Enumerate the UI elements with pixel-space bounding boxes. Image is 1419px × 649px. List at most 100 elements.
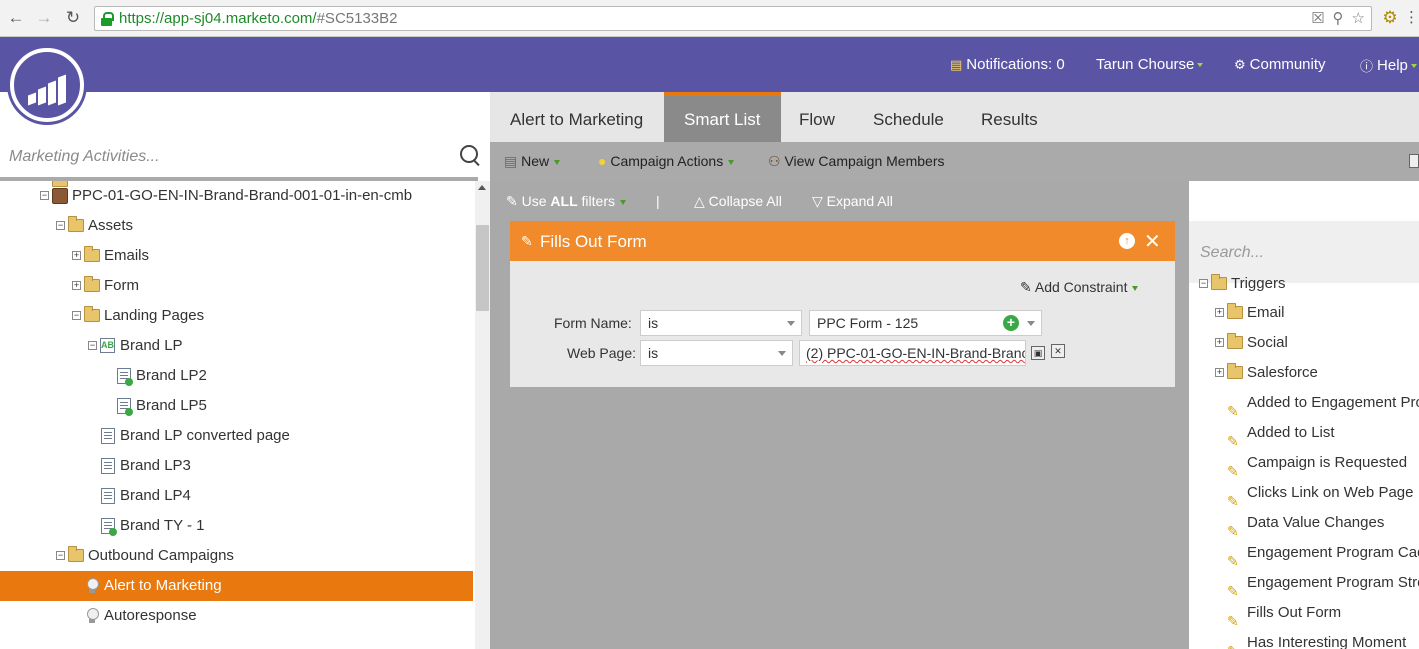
user-menu[interactable]: Tarun Chourse bbox=[1096, 56, 1204, 73]
palette-item-triggers[interactable]: − Triggers bbox=[1189, 269, 1419, 299]
smart-list-toolbar: ▤ New ● Campaign Actions ⚇ View Campaign… bbox=[490, 142, 1419, 181]
smart-campaign-icon bbox=[86, 578, 99, 594]
filter-header[interactable]: ✎ Fills Out Form ↑ ✕ bbox=[510, 221, 1175, 261]
scroll-thumb[interactable] bbox=[476, 225, 489, 311]
palette-item-salesforce[interactable]: + Salesforce bbox=[1189, 358, 1419, 388]
form-name-operator-select[interactable]: is bbox=[640, 310, 802, 336]
web-page-operator-select[interactable]: is bbox=[640, 340, 793, 366]
operator-value: is bbox=[648, 345, 659, 361]
tree-item-brand-lp3[interactable]: Brand LP3 bbox=[0, 451, 473, 481]
tree-item-emails[interactable]: + Emails bbox=[0, 241, 473, 271]
logo-bars-icon bbox=[28, 72, 68, 106]
folder-icon bbox=[1227, 303, 1243, 319]
tree-item-brand-ty[interactable]: Brand TY - 1 bbox=[0, 511, 473, 541]
community-label: Community bbox=[1249, 56, 1326, 73]
palette-item-social[interactable]: + Social bbox=[1189, 328, 1419, 358]
campaign-tabs: Alert to Marketing Smart List Flow Sched… bbox=[490, 92, 1419, 142]
clear-icon[interactable]: ✕ bbox=[1051, 344, 1065, 358]
extension-icon[interactable]: ⚙ bbox=[1380, 8, 1400, 28]
form-name-value-select[interactable]: PPC Form - 125 + bbox=[809, 310, 1042, 336]
tab-smart-list[interactable]: Smart List bbox=[664, 92, 781, 142]
collapse-icon[interactable]: − bbox=[56, 551, 65, 560]
new-button[interactable]: ▤ New bbox=[504, 153, 561, 170]
help-link[interactable]: ⓘ Help bbox=[1360, 56, 1417, 75]
tree-item-landing-pages[interactable]: − Landing Pages bbox=[0, 301, 473, 331]
web-page-value-input[interactable]: (2) PPC-01-GO-EN-IN-Brand-Branc bbox=[799, 340, 1026, 366]
palette-item-trigger[interactable]: ✎ Engagement Program Cad bbox=[1189, 538, 1419, 568]
tree-item-program[interactable]: − PPC-01-GO-EN-IN-Brand-Brand-001-01-in-… bbox=[0, 181, 473, 211]
panel-toggle-icon[interactable] bbox=[1409, 154, 1419, 168]
tree-search-input[interactable]: Marketing Activities... bbox=[9, 148, 160, 166]
expand-icon[interactable]: + bbox=[1215, 338, 1224, 347]
view-campaign-members-button[interactable]: ⚇ View Campaign Members bbox=[768, 153, 944, 170]
browse-icon[interactable]: ▣ bbox=[1031, 346, 1045, 360]
collapse-icon[interactable]: − bbox=[88, 341, 97, 350]
tree-item-brand-lp[interactable]: − AB Brand LP bbox=[0, 331, 473, 361]
palette-item-trigger[interactable]: ✎ Engagement Program Stre bbox=[1189, 568, 1419, 598]
tab-schedule[interactable]: Schedule bbox=[853, 92, 964, 142]
tab-flow[interactable]: Flow bbox=[779, 92, 855, 142]
add-icon[interactable]: + bbox=[1003, 315, 1019, 331]
tree-item-form[interactable]: + Form bbox=[0, 271, 473, 301]
tab-alert-to-marketing[interactable]: Alert to Marketing bbox=[490, 92, 663, 142]
collapse-all-button[interactable]: △ Collapse All bbox=[694, 193, 782, 210]
tree-label: Landing Pages bbox=[104, 307, 205, 324]
star-icon[interactable]: ☆ bbox=[1352, 9, 1365, 27]
tree-item-brand-lp5[interactable]: Brand LP5 bbox=[0, 391, 473, 421]
filter-icon: ✎ bbox=[506, 193, 518, 209]
palette-item-trigger[interactable]: ✎ Data Value Changes bbox=[1189, 508, 1419, 538]
expand-icon[interactable]: + bbox=[1215, 308, 1224, 317]
browser-menu-icon[interactable]: ⋮ bbox=[1404, 8, 1419, 28]
add-constraint-button[interactable]: ✎ Add Constraint bbox=[1020, 279, 1139, 296]
tree-scrollbar[interactable] bbox=[475, 181, 490, 649]
smart-campaign-icon bbox=[86, 608, 99, 624]
address-bar[interactable]: https://app-sj04.marketo.com/#SC5133B2 ☒… bbox=[94, 6, 1372, 31]
help-label: Help bbox=[1377, 57, 1408, 74]
back-icon[interactable]: ← bbox=[6, 8, 26, 28]
scroll-up-icon[interactable] bbox=[478, 185, 486, 190]
expand-icon[interactable]: + bbox=[1215, 368, 1224, 377]
community-link[interactable]: ⚙ Community bbox=[1234, 56, 1326, 73]
pin-icon[interactable]: ⚲ bbox=[1333, 9, 1344, 27]
campaign-actions-button[interactable]: ● Campaign Actions bbox=[598, 153, 735, 169]
filters-label: filters bbox=[581, 193, 615, 209]
tab-results[interactable]: Results bbox=[961, 92, 1058, 142]
palette-item-email[interactable]: + Email bbox=[1189, 298, 1419, 328]
collapse-icon[interactable]: − bbox=[56, 221, 65, 230]
expand-icon[interactable]: + bbox=[72, 281, 81, 290]
close-icon[interactable]: ✕ bbox=[1144, 229, 1161, 254]
expand-icon[interactable]: + bbox=[72, 251, 81, 260]
forward-icon[interactable]: → bbox=[34, 8, 54, 28]
palette-item-trigger[interactable]: ✎ Fills Out Form bbox=[1189, 598, 1419, 628]
palette-item-trigger[interactable]: ✎ Has Interesting Moment bbox=[1189, 628, 1419, 649]
tree-item-outbound-campaigns[interactable]: − Outbound Campaigns bbox=[0, 541, 473, 571]
collapse-icon[interactable]: − bbox=[1199, 279, 1208, 288]
tree-item-brand-lp-converted[interactable]: Brand LP converted page bbox=[0, 421, 473, 451]
tree-label: Emails bbox=[104, 247, 150, 264]
palette-search-input[interactable]: Search... bbox=[1200, 244, 1264, 262]
web-page-label: Web Page: bbox=[567, 345, 637, 361]
collapse-icon[interactable]: − bbox=[40, 191, 49, 200]
notifications-link[interactable]: ▤ Notifications: 0 bbox=[950, 56, 1065, 73]
view-members-label: View Campaign Members bbox=[784, 153, 945, 169]
tree-item-assets[interactable]: − Assets bbox=[0, 211, 473, 241]
tree-item-brand-lp4[interactable]: Brand LP4 bbox=[0, 481, 473, 511]
move-up-icon[interactable]: ↑ bbox=[1119, 233, 1135, 249]
blocked-popup-icon[interactable]: ☒ bbox=[1311, 9, 1324, 27]
tree-item-brand-lp2[interactable]: Brand LP2 bbox=[0, 361, 473, 391]
collapse-icon[interactable]: − bbox=[72, 311, 81, 320]
tree-item-autoresponse[interactable]: Autoresponse bbox=[0, 601, 473, 631]
reload-icon[interactable]: ↻ bbox=[63, 8, 83, 28]
palette-item-trigger[interactable]: ✎ Added to List bbox=[1189, 418, 1419, 448]
marketo-logo[interactable] bbox=[10, 48, 84, 122]
marketing-activities-tree: − PPC-01-GO-EN-IN-Brand-Brand-001-01-in-… bbox=[0, 181, 475, 649]
palette-item-trigger[interactable]: ✎ Clicks Link on Web Page bbox=[1189, 478, 1419, 508]
palette-item-trigger[interactable]: ✎ Campaign is Requested bbox=[1189, 448, 1419, 478]
tree-item-alert-to-marketing[interactable]: Alert to Marketing bbox=[0, 571, 473, 601]
expand-all-button[interactable]: ▽ Expand All bbox=[812, 193, 893, 210]
use-all-filters-button[interactable]: ✎ Use ALL filters bbox=[506, 193, 626, 210]
search-icon[interactable] bbox=[460, 145, 482, 167]
folder-icon bbox=[1211, 274, 1227, 290]
landing-page-icon bbox=[117, 368, 133, 386]
palette-item-trigger[interactable]: ✎ Added to Engagement Pro bbox=[1189, 388, 1419, 418]
